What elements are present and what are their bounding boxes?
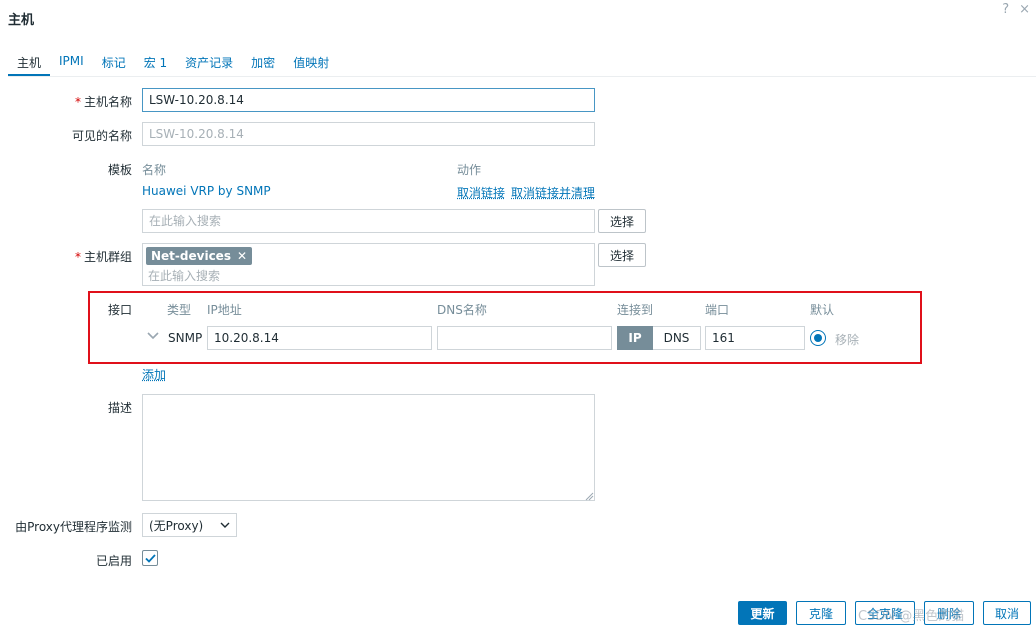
templates-label: 模板 (107, 163, 132, 177)
template-select-button[interactable]: 选择 (598, 209, 646, 233)
host-name-input[interactable]: LSW-10.20.8.14 (142, 88, 595, 112)
close-icon[interactable]: × (1019, 2, 1030, 17)
required-mark: * (74, 250, 81, 264)
iface-col-dns: DNS名称 (437, 303, 487, 317)
description-label: 描述 (107, 401, 132, 415)
check-icon (144, 553, 156, 563)
tab-value-mapping[interactable]: 值映射 (284, 50, 338, 76)
tab-divider (8, 76, 1036, 77)
iface-connect-toggle: IP DNS (617, 326, 701, 350)
visible-name-label: 可见的名称 (71, 129, 132, 143)
host-groups-select-button[interactable]: 选择 (598, 243, 646, 267)
template-search-input[interactable]: 在此输入搜索 (142, 209, 595, 233)
chevron-down-icon[interactable] (146, 329, 160, 343)
tab-encryption[interactable]: 加密 (242, 50, 284, 76)
dialog-title: 主机 (8, 13, 35, 28)
connect-ip-button[interactable]: IP (617, 326, 653, 350)
iface-col-port: 端口 (705, 303, 730, 317)
iface-remove-link[interactable]: 移除 (835, 331, 859, 348)
templates-col-action: 动作 (457, 163, 482, 177)
host-group-tag: Net-devices ✕ (146, 247, 253, 265)
iface-port-input[interactable]: 161 (705, 326, 805, 350)
tab-inventory[interactable]: 资产记录 (176, 50, 242, 76)
host-group-tag-label: Net-devices (151, 249, 231, 263)
host-groups-label: * 主机群组 (0, 248, 132, 265)
templates-col-name: 名称 (142, 163, 167, 177)
proxy-select-value: (无Proxy) (149, 518, 204, 533)
template-unlink-link[interactable]: 取消链接 (457, 184, 505, 201)
proxy-label: 由Proxy代理程序监测 (15, 520, 132, 534)
iface-col-default: 默认 (810, 303, 835, 317)
help-icon[interactable]: ? (1002, 2, 1009, 17)
chevron-down-icon (220, 518, 230, 532)
iface-col-ip: IP地址 (207, 303, 242, 317)
template-unlink-clear-link[interactable]: 取消链接并清理 (511, 184, 595, 201)
tab-ipmi[interactable]: IPMI (50, 50, 93, 76)
remove-tag-icon[interactable]: ✕ (237, 249, 247, 263)
iface-col-type: 类型 (167, 303, 192, 317)
host-groups-multiselect[interactable]: Net-devices ✕ 在此输入搜索 (142, 243, 595, 286)
template-link-huawei[interactable]: Huawei VRP by SNMP (142, 184, 271, 198)
interfaces-label: 接口 (107, 303, 132, 317)
host-name-label: * 主机名称 (0, 93, 132, 110)
tab-bar: 主机 IPMI 标记 宏 1 资产记录 加密 值映射 (8, 50, 338, 76)
watermark-text: CSDN @黑色的猫 (858, 609, 965, 624)
iface-type-value: SNMP (168, 331, 203, 345)
tab-host[interactable]: 主机 (8, 50, 51, 76)
iface-dns-input[interactable] (437, 326, 612, 350)
tab-macros[interactable]: 宏 1 (135, 50, 176, 76)
connect-dns-button[interactable]: DNS (653, 326, 701, 350)
tab-tags[interactable]: 标记 (93, 50, 135, 76)
add-interface-link[interactable]: 添加 (142, 366, 166, 383)
enabled-checkbox[interactable] (142, 550, 158, 566)
iface-default-radio[interactable] (810, 330, 826, 346)
resize-handle-icon[interactable] (584, 490, 594, 501)
enabled-label: 已启用 (95, 554, 132, 568)
iface-col-connect: 连接到 (617, 303, 654, 317)
host-name-label-text: 主机名称 (83, 95, 132, 109)
description-textarea[interactable] (142, 394, 595, 501)
dialog-header-icons: ? × (1002, 2, 1030, 17)
iface-ip-input[interactable]: 10.20.8.14 (207, 326, 432, 350)
clone-button[interactable]: 克隆 (796, 601, 846, 625)
proxy-select[interactable]: (无Proxy) (142, 513, 237, 537)
update-button[interactable]: 更新 (738, 601, 787, 625)
visible-name-input[interactable]: LSW-10.20.8.14 (142, 122, 595, 146)
host-groups-search-input[interactable]: 在此输入搜索 (148, 267, 220, 284)
cancel-button[interactable]: 取消 (983, 601, 1031, 625)
required-mark: * (74, 95, 81, 109)
host-groups-label-text: 主机群组 (83, 250, 132, 264)
